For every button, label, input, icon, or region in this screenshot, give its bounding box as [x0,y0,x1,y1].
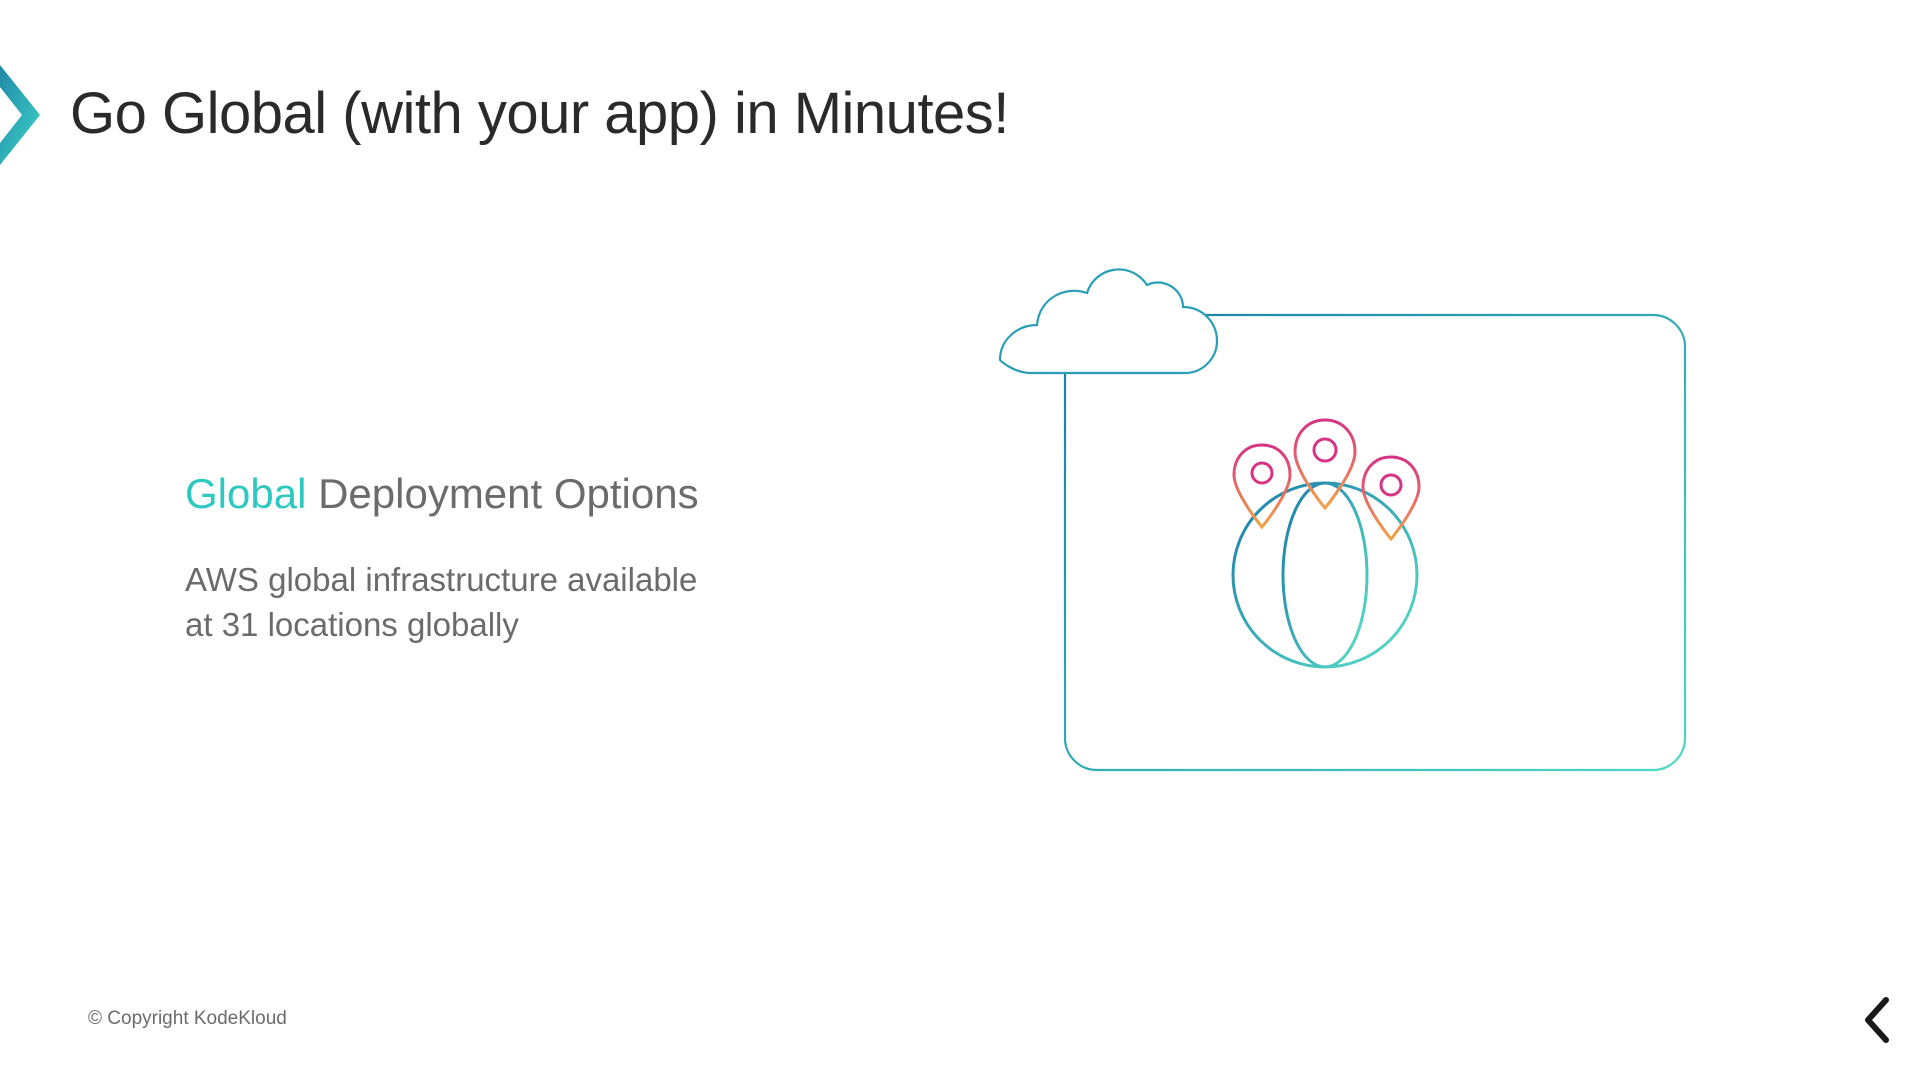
subtitle-rest: Deployment Options [306,470,698,517]
slide-title: Go Global (with your app) in Minutes! [70,80,1009,147]
cloud-icon [1000,269,1217,373]
back-button[interactable] [1858,995,1898,1050]
description-line1: AWS global infrastructure available [185,561,697,598]
subtitle: Global Deployment Options [185,470,805,518]
description-line2: at 31 locations globally [185,606,519,643]
copyright-text: © Copyright KodeKloud [88,1008,287,1030]
location-pin-right-icon [1363,457,1419,539]
global-illustration [955,255,1695,775]
header-chevron-icon [0,65,56,170]
description: AWS global infrastructure available at 3… [185,558,805,647]
location-pin-left-icon [1234,445,1290,527]
subtitle-accent: Global [185,470,306,517]
content-block: Global Deployment Options AWS global inf… [185,470,805,647]
globe-icon [1233,483,1417,667]
